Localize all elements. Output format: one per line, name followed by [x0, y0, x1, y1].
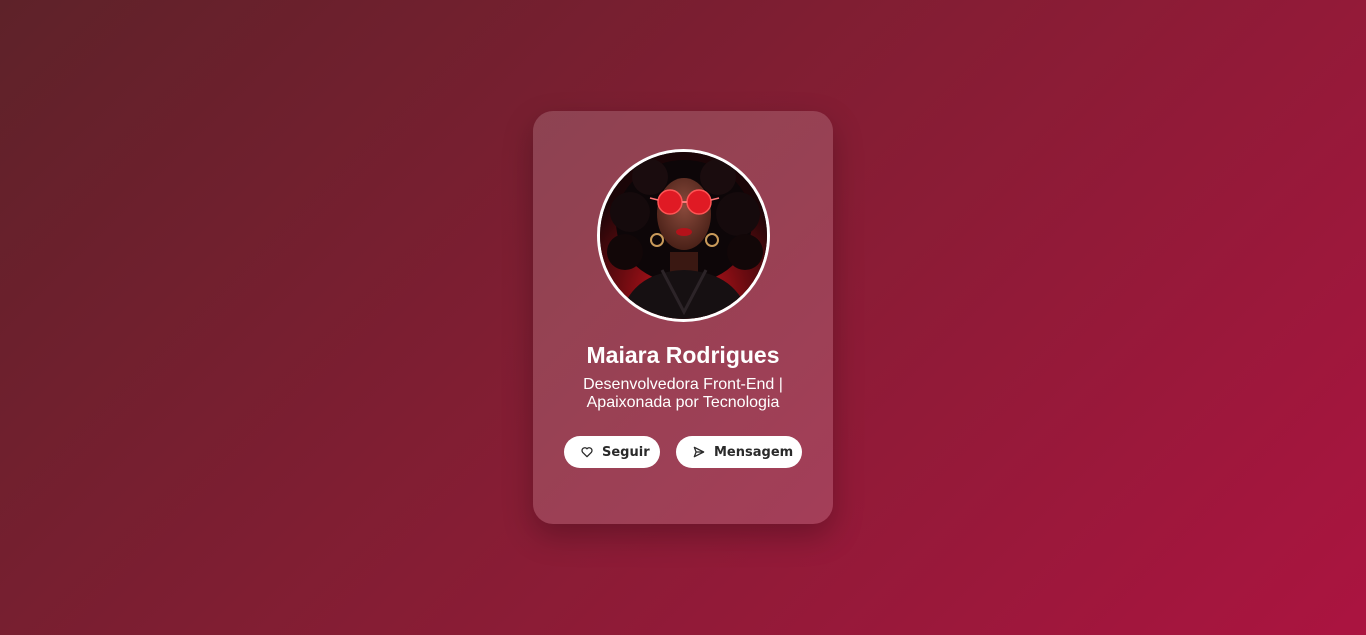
send-icon	[692, 445, 706, 459]
follow-label: Seguir	[602, 444, 650, 460]
avatar-image	[599, 152, 767, 319]
follow-button[interactable]: Seguir	[564, 436, 660, 468]
profile-name: Maiara Rodrigues	[586, 342, 780, 368]
profile-card: Maiara Rodrigues Desenvolvedora Front-En…	[533, 111, 833, 524]
avatar	[596, 149, 770, 322]
message-button[interactable]: Mensagem	[676, 436, 802, 468]
message-label: Mensagem	[714, 444, 794, 460]
action-buttons: Seguir Mensagem	[564, 436, 802, 468]
profile-bio: Desenvolvedora Front-End | Apaixonada po…	[583, 376, 783, 411]
heart-icon	[580, 445, 594, 459]
